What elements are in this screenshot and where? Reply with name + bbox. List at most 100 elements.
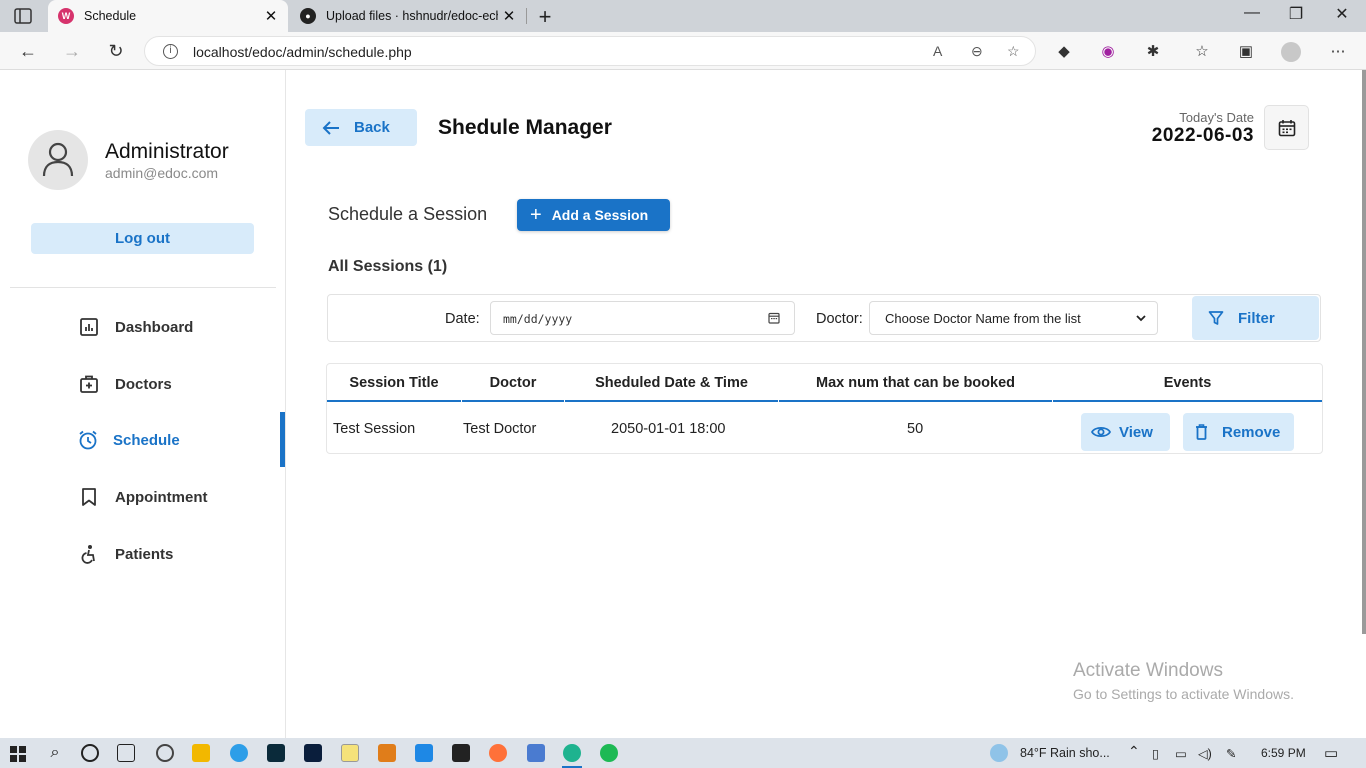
task-view-icon[interactable] bbox=[117, 744, 135, 762]
sidebar-item-schedule[interactable]: Schedule bbox=[0, 412, 286, 468]
sidebar-item-label: Dashboard bbox=[115, 318, 194, 336]
close-window-icon[interactable]: ✕ bbox=[1320, 4, 1364, 24]
calendar-button[interactable] bbox=[1264, 105, 1309, 150]
collections-icon[interactable]: ▣ bbox=[1236, 42, 1256, 62]
sidebar-item-label: Appointment bbox=[115, 488, 208, 506]
tab-title: Schedule bbox=[84, 9, 137, 23]
windows-taskbar: ⌕ 84°F Rain sho... ⌃ ▯ ▭ ◁) ✎ 6:59 PM ▭ bbox=[0, 738, 1366, 768]
extensions-icon[interactable]: ✱ bbox=[1143, 42, 1163, 62]
tab-separator bbox=[526, 8, 527, 24]
browser-tab-bar: W Schedule ✕ ● Upload files · hshnudr/ed… bbox=[0, 0, 1366, 32]
calendar-icon bbox=[1278, 119, 1295, 136]
tab-upload-files[interactable]: ● Upload files · hshnudr/edoc-echa ✕ bbox=[290, 0, 526, 32]
url-text[interactable]: localhost/edoc/admin/schedule.php bbox=[193, 44, 412, 60]
more-options-icon[interactable]: ⋯ bbox=[1328, 42, 1348, 62]
forward-arrow-icon[interactable]: → bbox=[58, 38, 86, 64]
restore-icon[interactable]: ❐ bbox=[1274, 4, 1318, 24]
eye-icon bbox=[1091, 426, 1111, 438]
lightroom-icon[interactable] bbox=[267, 744, 285, 762]
page-title: Shedule Manager bbox=[438, 116, 612, 139]
filter-label: Filter bbox=[1238, 309, 1275, 327]
address-bar[interactable]: i localhost/edoc/admin/schedule.php A ⊖ … bbox=[144, 36, 1036, 66]
sidebar-item-appointment[interactable]: Appointment bbox=[0, 469, 286, 525]
tray-device-icon[interactable]: ▯ bbox=[1152, 746, 1159, 761]
sidebar-item-label: Patients bbox=[115, 545, 174, 563]
notepad-icon[interactable] bbox=[341, 744, 359, 762]
extension-broadcast-icon[interactable]: ◉ bbox=[1098, 42, 1118, 62]
spotify-icon[interactable] bbox=[600, 744, 618, 762]
firefox-icon[interactable] bbox=[489, 744, 507, 762]
vscode-icon[interactable] bbox=[415, 744, 433, 762]
back-button-label: Back bbox=[354, 119, 390, 136]
view-button[interactable]: View bbox=[1081, 413, 1170, 451]
plus-icon: + bbox=[530, 203, 542, 226]
cortana-icon[interactable] bbox=[81, 744, 99, 762]
favorites-icon[interactable]: ☆ bbox=[1192, 42, 1212, 62]
terminal-icon[interactable] bbox=[452, 744, 470, 762]
zoom-icon[interactable]: ⊖ bbox=[971, 43, 983, 60]
photoshop-icon[interactable] bbox=[304, 744, 322, 762]
app-settings-icon[interactable] bbox=[527, 744, 545, 762]
windows-start-icon[interactable] bbox=[10, 746, 26, 762]
extension-color-icon[interactable]: ◆ bbox=[1054, 42, 1074, 62]
sessions-table: Session Title Doctor Sheduled Date & Tim… bbox=[326, 363, 1323, 454]
site-info-icon[interactable]: i bbox=[163, 44, 178, 59]
refresh-icon[interactable]: ↻ bbox=[102, 38, 130, 64]
app-blue-icon[interactable] bbox=[230, 744, 248, 762]
arrow-left-icon bbox=[322, 120, 339, 135]
cell-doctor: Test Doctor bbox=[463, 421, 537, 437]
sidebar-item-label: Schedule bbox=[113, 431, 180, 449]
read-aloud-icon[interactable]: A bbox=[933, 43, 942, 59]
tab-actions-icon[interactable] bbox=[14, 8, 32, 24]
back-button[interactable]: Back bbox=[305, 109, 417, 146]
date-input[interactable]: mm/dd/yyyy bbox=[490, 301, 795, 335]
clock-time[interactable]: 6:59 PM bbox=[1261, 746, 1306, 760]
tray-chevron-up-icon[interactable]: ⌃ bbox=[1128, 743, 1140, 760]
tab-title: Upload files · hshnudr/edoc-echa bbox=[326, 9, 498, 23]
column-header-max-bookings: Max num that can be booked bbox=[779, 364, 1052, 402]
page-scrollbar[interactable] bbox=[1362, 70, 1366, 634]
add-session-button[interactable]: + Add a Session bbox=[517, 199, 670, 231]
tab-schedule[interactable]: W Schedule ✕ bbox=[48, 0, 288, 32]
user-icon bbox=[42, 142, 74, 177]
edge-icon[interactable] bbox=[563, 744, 581, 762]
sidebar-item-dashboard[interactable]: Dashboard bbox=[0, 299, 286, 355]
date-picker-icon[interactable] bbox=[768, 312, 780, 324]
sidebar-divider bbox=[10, 287, 276, 288]
notifications-icon[interactable]: ▭ bbox=[1324, 744, 1338, 762]
doctor-select[interactable]: Choose Doctor Name from the list bbox=[869, 301, 1158, 335]
back-arrow-icon[interactable]: ← bbox=[14, 38, 42, 64]
weather-text[interactable]: 84°F Rain sho... bbox=[1020, 746, 1110, 760]
dashboard-icon bbox=[80, 318, 98, 336]
obs-icon[interactable] bbox=[156, 744, 174, 762]
file-explorer-icon[interactable] bbox=[192, 744, 210, 762]
browser-toolbar: ← → ↻ i localhost/edoc/admin/schedule.ph… bbox=[0, 32, 1366, 70]
sidebar-item-patients[interactable]: Patients bbox=[0, 526, 286, 582]
edoc-favicon-icon: W bbox=[58, 8, 74, 24]
logout-button[interactable]: Log out bbox=[31, 223, 254, 254]
remove-label: Remove bbox=[1222, 423, 1281, 441]
weather-icon[interactable] bbox=[990, 744, 1008, 762]
schedule-section-title: Schedule a Session bbox=[328, 204, 488, 224]
search-icon[interactable]: ⌕ bbox=[46, 744, 64, 762]
column-header-session-title: Session Title bbox=[327, 364, 461, 402]
close-tab-icon[interactable]: ✕ bbox=[498, 7, 520, 25]
volume-icon[interactable]: ◁) bbox=[1198, 746, 1212, 761]
sidebar-item-doctors[interactable]: Doctors bbox=[0, 356, 286, 412]
close-tab-icon[interactable]: ✕ bbox=[260, 7, 282, 25]
today-date-value: 2022-06-03 bbox=[1151, 125, 1254, 146]
sublime-text-icon[interactable] bbox=[378, 744, 396, 762]
profile-avatar-icon[interactable] bbox=[1281, 42, 1301, 62]
filter-button[interactable]: Filter bbox=[1192, 296, 1319, 340]
doctors-icon bbox=[80, 375, 98, 393]
new-tab-icon[interactable]: + bbox=[534, 4, 556, 30]
filter-icon bbox=[1208, 311, 1224, 325]
patients-icon bbox=[81, 545, 95, 564]
network-icon[interactable]: ▭ bbox=[1175, 746, 1187, 761]
sidebar: Administrator admin@edoc.com Log out Das… bbox=[0, 70, 286, 738]
pen-icon[interactable]: ✎ bbox=[1226, 746, 1236, 761]
add-favorite-icon[interactable]: ☆ bbox=[1007, 43, 1020, 60]
minimize-icon[interactable]: — bbox=[1230, 4, 1274, 22]
remove-button[interactable]: Remove bbox=[1183, 413, 1294, 451]
add-session-label: Add a Session bbox=[551, 207, 649, 223]
